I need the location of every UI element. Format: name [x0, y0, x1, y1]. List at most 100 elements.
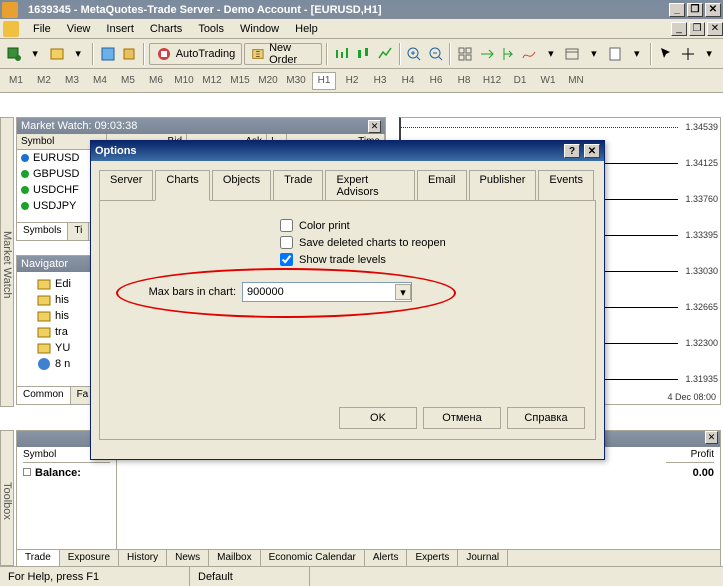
line-chart-icon[interactable] — [375, 43, 394, 65]
cancel-button[interactable]: Отмена — [423, 407, 501, 429]
timeframe-m6[interactable]: M6 — [144, 72, 168, 90]
dialog-close-button[interactable]: ✕ — [584, 144, 600, 158]
timeframe-h6[interactable]: H6 — [424, 72, 448, 90]
dropdown-icon[interactable]: ▾ — [627, 43, 646, 65]
mdi-restore-button[interactable]: ❐ — [689, 22, 705, 36]
tile-icon[interactable] — [455, 43, 474, 65]
menu-tools[interactable]: Tools — [190, 21, 232, 37]
period-icon[interactable] — [563, 43, 582, 65]
timeframe-w1[interactable]: W1 — [536, 72, 560, 90]
timeframe-m3[interactable]: M3 — [60, 72, 84, 90]
dialog-help-button[interactable]: ? — [564, 144, 580, 158]
chevron-down-icon[interactable]: ▾ — [395, 284, 411, 300]
menu-help[interactable]: Help — [287, 21, 326, 37]
dropdown-icon[interactable]: ▾ — [699, 43, 718, 65]
dropdown-icon[interactable]: ▾ — [68, 43, 87, 65]
timeframe-m30[interactable]: M30 — [284, 72, 308, 90]
dialog-tab-charts[interactable]: Charts — [155, 170, 209, 201]
menu-view[interactable]: View — [59, 21, 99, 37]
market-watch-title: Market Watch: 09:03:38✕ — [17, 118, 385, 134]
save-deleted-checkbox[interactable] — [280, 236, 293, 249]
navigator-icon[interactable] — [119, 43, 138, 65]
tab-symbols[interactable]: Symbols — [17, 223, 68, 240]
profit-value: 0.00 — [666, 463, 714, 479]
timeframe-h12[interactable]: H12 — [480, 72, 504, 90]
dropdown-icon[interactable]: ▾ — [25, 43, 44, 65]
panel-close-icon[interactable]: ✕ — [705, 431, 718, 444]
timeframe-h3[interactable]: H3 — [368, 72, 392, 90]
shift-icon[interactable] — [498, 43, 517, 65]
dropdown-icon[interactable]: ▾ — [541, 43, 560, 65]
maximize-button[interactable]: ❐ — [687, 3, 703, 17]
zoom-out-icon[interactable] — [426, 43, 445, 65]
timeframe-m2[interactable]: M2 — [32, 72, 56, 90]
side-toolbox[interactable]: Toolbox — [0, 430, 14, 566]
toolbox-tab-alerts[interactable]: Alerts — [365, 550, 408, 567]
menu-insert[interactable]: Insert — [98, 21, 142, 37]
timeframe-h2[interactable]: H2 — [340, 72, 364, 90]
dialog-tab-events[interactable]: Events — [538, 170, 594, 201]
timeframe-m15[interactable]: M15 — [228, 72, 252, 90]
indicators-icon[interactable] — [520, 43, 539, 65]
timeframe-m12[interactable]: M12 — [200, 72, 224, 90]
toolbox-tab-exposure[interactable]: Exposure — [60, 550, 119, 567]
tab-common[interactable]: Common — [17, 387, 71, 404]
timeframe-h1[interactable]: H1 — [312, 72, 336, 90]
timeframe-bar: M1M2M3M4M5M6M10M12M15M20M30H1H2H3H4H6H8H… — [0, 69, 723, 93]
timeframe-mn[interactable]: MN — [564, 72, 588, 90]
y-tick-label: 1.33030 — [685, 266, 718, 276]
timeframe-m10[interactable]: M10 — [172, 72, 196, 90]
market-watch-icon[interactable] — [98, 43, 117, 65]
ok-button[interactable]: OK — [339, 407, 417, 429]
menu-window[interactable]: Window — [232, 21, 287, 37]
col-profit[interactable]: Profit — [666, 449, 714, 463]
dialog-tab-publisher[interactable]: Publisher — [469, 170, 537, 201]
bar-chart-icon[interactable] — [332, 43, 351, 65]
timeframe-h4[interactable]: H4 — [396, 72, 420, 90]
new-chart-icon[interactable] — [4, 43, 23, 65]
toolbox-tab-mailbox[interactable]: Mailbox — [209, 550, 260, 567]
new-order-button[interactable]: New Order — [244, 43, 322, 65]
panel-close-icon[interactable]: ✕ — [368, 120, 381, 133]
dialog-tab-server[interactable]: Server — [99, 170, 153, 201]
maxbars-combo[interactable]: 900000 ▾ — [242, 282, 412, 302]
timeframe-m4[interactable]: M4 — [88, 72, 112, 90]
profiles-icon[interactable] — [47, 43, 66, 65]
color-print-checkbox[interactable] — [280, 219, 293, 232]
autotrading-button[interactable]: AutoTrading — [149, 43, 243, 65]
toolbox-tab-news[interactable]: News — [167, 550, 209, 567]
close-button[interactable]: ✕ — [705, 3, 721, 17]
dialog-tab-email[interactable]: Email — [417, 170, 467, 201]
dialog-tab-trade[interactable]: Trade — [273, 170, 323, 201]
y-tick-label: 1.32300 — [685, 338, 718, 348]
cursor-icon[interactable] — [656, 43, 675, 65]
toolbox-tab-economic-calendar[interactable]: Economic Calendar — [261, 550, 365, 567]
template-icon[interactable] — [606, 43, 625, 65]
menu-charts[interactable]: Charts — [142, 21, 190, 37]
toolbox-tab-trade[interactable]: Trade — [17, 550, 60, 567]
crosshair-icon[interactable] — [678, 43, 697, 65]
minimize-button[interactable]: _ — [669, 3, 685, 17]
zoom-in-icon[interactable] — [405, 43, 424, 65]
timeframe-h8[interactable]: H8 — [452, 72, 476, 90]
timeframe-m20[interactable]: M20 — [256, 72, 280, 90]
timeframe-m5[interactable]: M5 — [116, 72, 140, 90]
toolbox-tab-history[interactable]: History — [119, 550, 167, 567]
timeframe-d1[interactable]: D1 — [508, 72, 532, 90]
help-button[interactable]: Справка — [507, 407, 585, 429]
scroll-icon[interactable] — [477, 43, 496, 65]
mdi-minimize-button[interactable]: _ — [671, 22, 687, 36]
toolbox-tab-journal[interactable]: Journal — [458, 550, 508, 567]
dialog-tab-objects[interactable]: Objects — [212, 170, 271, 201]
tab-ticks[interactable]: Ti — [68, 223, 89, 240]
dialog-tab-expert-advisors[interactable]: Expert Advisors — [325, 170, 415, 201]
side-market-watch[interactable]: Market Watch — [0, 117, 14, 407]
menu-file[interactable]: File — [25, 21, 59, 37]
dialog-titlebar[interactable]: Options ? ✕ — [91, 141, 604, 161]
mdi-close-button[interactable]: ✕ — [707, 22, 723, 36]
show-trade-levels-checkbox[interactable] — [280, 253, 293, 266]
timeframe-m1[interactable]: M1 — [4, 72, 28, 90]
dropdown-icon[interactable]: ▾ — [584, 43, 603, 65]
toolbox-tab-experts[interactable]: Experts — [407, 550, 458, 567]
candle-chart-icon[interactable] — [354, 43, 373, 65]
